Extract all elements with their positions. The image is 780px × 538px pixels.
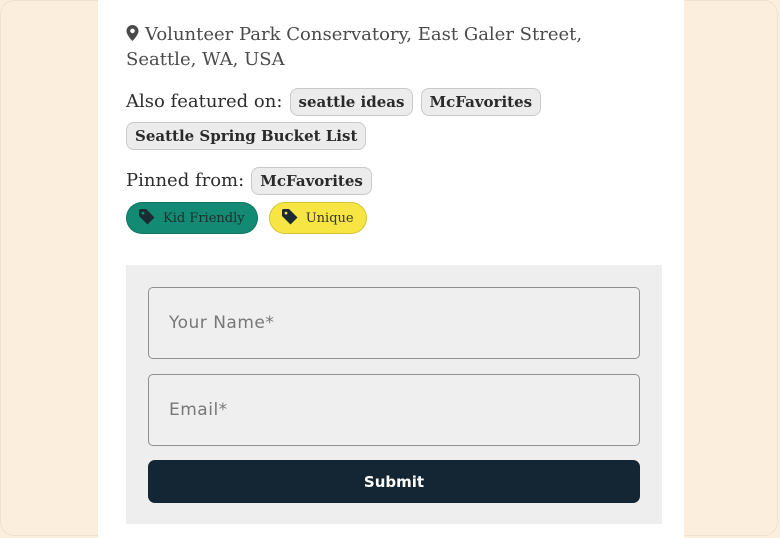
featured-label: Also featured on: [126,91,283,112]
tag-label: Unique [305,211,354,226]
pinned-from: Pinned from: McFavorites [126,164,646,198]
email-input[interactable] [148,374,640,446]
tag-icon [139,209,155,225]
tag-kid-friendly[interactable]: Kid Friendly [126,202,258,234]
submit-button[interactable]: Submit [148,460,640,503]
tag-list: Kid Friendly Unique [126,202,373,234]
tag-unique[interactable]: Unique [268,202,367,234]
tag-label: Kid Friendly [163,211,245,226]
featured-chip[interactable]: McFavorites [420,88,542,116]
place-card: Volunteer Park Conservatory, East Galer … [98,0,684,538]
pinned-chip[interactable]: McFavorites [251,167,372,195]
name-input[interactable] [148,287,640,359]
location-address: Volunteer Park Conservatory, East Galer … [126,24,583,70]
also-featured-on: Also featured on: seattle ideas McFavori… [126,85,646,153]
contact-form: Submit [126,265,662,524]
map-pin-icon [126,25,139,41]
location: Volunteer Park Conservatory, East Galer … [126,22,656,72]
pinned-label: Pinned from: [126,170,245,191]
tag-icon [281,209,298,225]
featured-chip[interactable]: seattle ideas [289,88,414,116]
featured-chip[interactable]: Seattle Spring Bucket List [126,122,367,150]
